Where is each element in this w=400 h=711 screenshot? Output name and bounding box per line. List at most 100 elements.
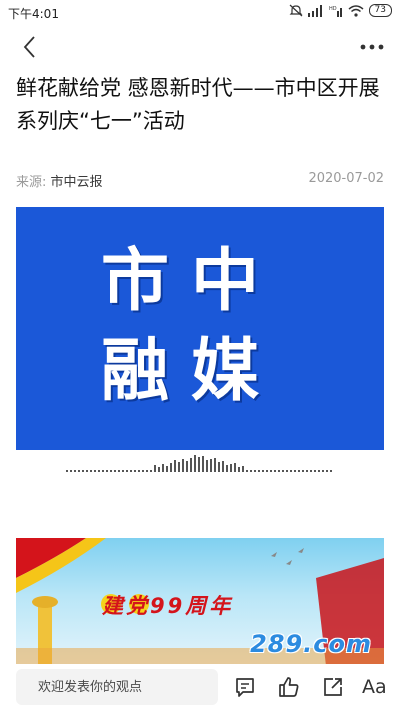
waveform-bar: [326, 470, 328, 472]
waveform-bar: [142, 470, 144, 472]
waveform-bar: [94, 470, 96, 472]
mute-icon: [289, 4, 302, 17]
banner-text: 建党99周年: [102, 594, 234, 618]
waveform-bar: [86, 470, 88, 472]
waveform-bar: [70, 470, 72, 472]
waveform-bar: [78, 470, 80, 472]
waveform-bar: [250, 470, 252, 472]
waveform-bar: [174, 460, 176, 472]
waveform-bar: [234, 463, 236, 472]
waveform-bar: [158, 467, 160, 472]
waveform-bar: [162, 464, 164, 472]
waveform-bar: [298, 470, 300, 472]
waveform-bar: [282, 470, 284, 472]
waveform-bar: [90, 470, 92, 472]
comment-icon: [236, 678, 254, 697]
waveform-bar: [266, 470, 268, 472]
waveform-bar: [310, 470, 312, 472]
waveform-bar: [154, 465, 156, 472]
hd-signal-icon: HD: [329, 6, 342, 17]
waveform-bar: [66, 470, 68, 472]
publish-date: 2020-07-02: [308, 171, 384, 186]
waveform-bar: [138, 470, 140, 472]
waveform-bar: [290, 470, 292, 472]
waveform-bar: [74, 470, 76, 472]
waveform-bar: [166, 466, 168, 472]
status-icons: HD 73: [289, 4, 392, 17]
waveform-bar: [314, 470, 316, 472]
svg-text:HD: HD: [329, 6, 337, 12]
waveform-bar: [278, 470, 280, 472]
waveform-bar: [302, 470, 304, 472]
waveform-bar: [146, 470, 148, 472]
waveform-bar: [238, 467, 240, 472]
waveform-bar: [214, 458, 216, 472]
like-button[interactable]: [277, 675, 303, 701]
waveform-bar: [322, 470, 324, 472]
waveform-bar: [170, 463, 172, 472]
status-time: 下午4:01: [8, 7, 59, 21]
more-button[interactable]: [358, 36, 386, 58]
waveform-bar: [330, 470, 332, 472]
waveform-bar: [126, 470, 128, 472]
cover-text-line2: 融媒: [101, 332, 282, 411]
bottom-action-bar: Aa: [0, 664, 400, 711]
wifi-icon: [348, 4, 364, 17]
video-cover[interactable]: 市中 融媒: [16, 207, 384, 450]
waveform-bar: [110, 470, 112, 472]
comment-button[interactable]: [233, 675, 259, 701]
waveform-bar: [218, 462, 220, 472]
cover-logo-text: 市中 融媒: [101, 237, 301, 417]
article-meta: 来源: 市中云报 2020-07-02: [16, 171, 384, 190]
waveform-bar: [246, 470, 248, 472]
nav-bar: [0, 26, 400, 68]
comment-input[interactable]: [16, 669, 218, 705]
waveform-bar: [222, 461, 224, 472]
more-dots-icon: [360, 44, 384, 50]
watermark: 289.com: [250, 630, 372, 658]
waveform-bar: [254, 470, 256, 472]
status-bar: 下午4:01 HD 73: [0, 0, 400, 26]
waveform-bar: [294, 470, 296, 472]
chevron-left-icon: [23, 36, 35, 58]
source: 来源: 市中云报: [16, 171, 103, 190]
source-label: 来源:: [16, 175, 47, 190]
waveform-bar: [318, 470, 320, 472]
waveform-bar: [262, 470, 264, 472]
waveform-bar: [226, 465, 228, 472]
waveform-bar: [114, 470, 116, 472]
waveform-bar: [206, 460, 208, 472]
font-size-button[interactable]: Aa: [362, 675, 388, 701]
thumbs-up-icon: [279, 677, 299, 697]
source-name[interactable]: 市中云报: [51, 175, 103, 190]
waveform-bar: [106, 470, 108, 472]
signal-icon: [307, 4, 322, 17]
waveform-bar: [210, 459, 212, 472]
waveform-bar: [306, 470, 308, 472]
waveform-bar: [258, 470, 260, 472]
back-button[interactable]: [18, 34, 44, 60]
waveform-bar: [198, 457, 200, 472]
waveform-bar: [186, 461, 188, 472]
cover-text-line1: 市中: [101, 242, 282, 321]
article-image-banner[interactable]: 建党99周年 289.com: [16, 538, 384, 666]
article-title: 鲜花献给党 感恩新时代——市中区开展系列庆“七一”活动: [16, 76, 380, 133]
waveform-bar: [122, 470, 124, 472]
waveform-bar: [286, 470, 288, 472]
waveform-bar: [270, 470, 272, 472]
audio-waveform: [66, 455, 332, 472]
waveform-bar: [150, 470, 152, 472]
waveform-bar: [274, 470, 276, 472]
waveform-bar: [194, 455, 196, 472]
waveform-bar: [190, 458, 192, 472]
share-button[interactable]: [321, 675, 347, 701]
waveform-bar: [230, 464, 232, 472]
waveform-bar: [202, 456, 204, 472]
waveform-bar: [242, 466, 244, 472]
waveform-bar: [98, 470, 100, 472]
waveform-bar: [118, 470, 120, 472]
share-icon: [324, 678, 342, 696]
waveform-bar: [130, 470, 132, 472]
waveform-bar: [82, 470, 84, 472]
waveform-bar: [178, 462, 180, 472]
